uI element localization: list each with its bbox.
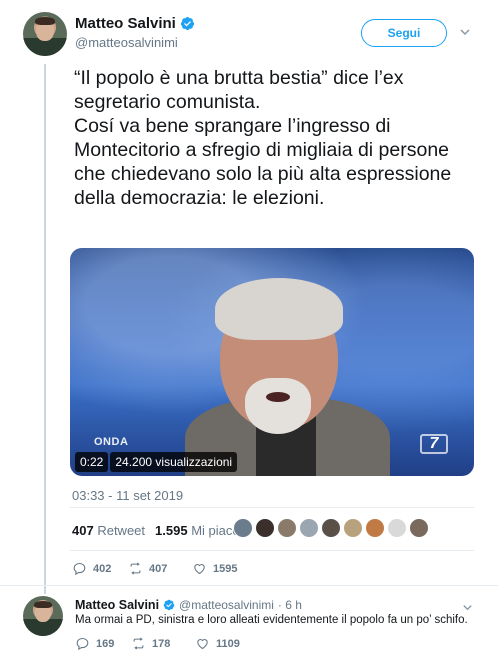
reply-button[interactable]: 402 bbox=[72, 561, 128, 576]
retweet-icon bbox=[133, 637, 144, 650]
liker-avatar[interactable] bbox=[233, 518, 253, 538]
thread-line bbox=[44, 64, 46, 594]
video-player[interactable]: ONDA 7 0:22 24.200 visualizzazioni bbox=[70, 248, 474, 476]
author-avatar[interactable] bbox=[23, 12, 67, 56]
reply-icon bbox=[76, 637, 89, 651]
retweet-count: 178 bbox=[152, 637, 171, 650]
likes-count: 1.595 bbox=[155, 523, 188, 538]
retweets-count: 407 bbox=[72, 523, 94, 538]
liker-avatar[interactable] bbox=[321, 518, 341, 538]
divider bbox=[70, 550, 474, 551]
video-meta: 0:22 24.200 visualizzazioni bbox=[75, 452, 238, 472]
author-name[interactable]: Matteo Salvini bbox=[75, 15, 176, 32]
reply-header: Matteo Salvini @matteosalvinimi · 6 h bbox=[75, 598, 302, 612]
heart-icon bbox=[197, 639, 208, 650]
reply-time[interactable]: · 6 h bbox=[278, 598, 302, 612]
show-logo: ONDA bbox=[94, 436, 129, 448]
video-person-hair bbox=[215, 278, 343, 340]
tweet-timestamp[interactable]: 03:33 - 11 set 2019 bbox=[72, 488, 183, 503]
reply-separator bbox=[0, 585, 498, 586]
liker-avatar[interactable] bbox=[343, 518, 363, 538]
liker-avatars[interactable] bbox=[233, 518, 429, 538]
retweet-count: 407 bbox=[149, 562, 168, 575]
author-handle[interactable]: @matteosalvinimi bbox=[75, 35, 178, 50]
chevron-down-icon[interactable] bbox=[462, 602, 473, 613]
reply-author-avatar[interactable] bbox=[23, 596, 63, 636]
liker-avatar[interactable] bbox=[365, 518, 385, 538]
engagement-stats: 407 Retweet 1.595 Mi piace bbox=[72, 523, 240, 538]
verified-badge-icon bbox=[163, 599, 175, 611]
reply-text: Ma ormai a PD, sinistra e loro alleati e… bbox=[75, 614, 468, 626]
reply-actions: 169 178 1109 bbox=[75, 636, 240, 651]
liker-avatar[interactable] bbox=[299, 518, 319, 538]
verified-badge-icon bbox=[180, 16, 194, 31]
video-person-beard bbox=[245, 378, 311, 434]
reply-icon bbox=[73, 562, 86, 576]
channel-logo: 7 bbox=[420, 434, 448, 454]
liker-avatar[interactable] bbox=[277, 518, 297, 538]
tweet-text: “Il popolo è una brutta bestia” dice l’e… bbox=[74, 67, 452, 209]
retweet-button[interactable]: 178 bbox=[131, 636, 195, 651]
tweet-actions: 402 407 1595 bbox=[72, 561, 237, 576]
channel-logo-frame bbox=[420, 434, 448, 454]
video-views: 24.200 visualizzazioni bbox=[110, 452, 238, 472]
heart-icon bbox=[194, 564, 205, 575]
avatar-hair bbox=[35, 17, 55, 26]
like-button[interactable]: 1595 bbox=[192, 561, 237, 576]
video-person-mouth bbox=[266, 392, 290, 402]
reply-count: 169 bbox=[96, 637, 115, 650]
liker-avatar[interactable] bbox=[387, 518, 407, 538]
retweets-label: Retweet bbox=[97, 523, 146, 538]
retweet-icon bbox=[130, 562, 141, 575]
reply-button[interactable]: 169 bbox=[75, 636, 131, 651]
like-button[interactable]: 1109 bbox=[195, 636, 240, 651]
video-duration: 0:22 bbox=[75, 452, 109, 472]
retweets-stat[interactable]: 407 Retweet bbox=[72, 523, 145, 538]
reply-author-name[interactable]: Matteo Salvini bbox=[75, 598, 159, 612]
author-name-row[interactable]: Matteo Salvini bbox=[75, 15, 195, 32]
likes-stat[interactable]: 1.595 Mi piace bbox=[155, 523, 240, 538]
reply-author-handle[interactable]: @matteosalvinimi bbox=[179, 598, 274, 612]
like-count: 1595 bbox=[213, 562, 238, 575]
divider bbox=[70, 507, 474, 508]
retweet-button[interactable]: 407 bbox=[128, 561, 192, 576]
reply-count: 402 bbox=[93, 562, 112, 575]
follow-button[interactable]: Segui bbox=[361, 19, 447, 47]
chevron-down-icon[interactable] bbox=[459, 26, 471, 38]
liker-avatar[interactable] bbox=[409, 518, 429, 538]
liker-avatar[interactable] bbox=[255, 518, 275, 538]
avatar-hair bbox=[34, 600, 52, 608]
like-count: 1109 bbox=[216, 637, 240, 650]
